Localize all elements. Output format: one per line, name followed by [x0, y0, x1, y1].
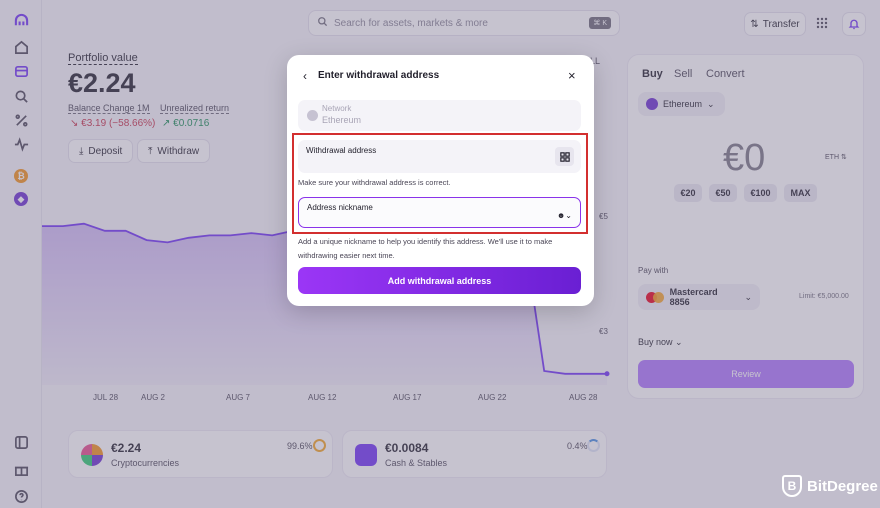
network-field: Network Ethereum: [298, 100, 581, 131]
add-withdrawal-address-button[interactable]: Add withdrawal address: [298, 267, 581, 294]
withdrawal-address-input[interactable]: Withdrawal address: [298, 140, 581, 173]
qr-scan-icon[interactable]: [555, 147, 574, 166]
modal-title: Enter withdrawal address: [318, 70, 440, 81]
address-nickname-hint: Add a unique nickname to help you identi…: [298, 237, 553, 260]
bitdegree-logo-icon: B: [782, 475, 802, 497]
address-nickname-input[interactable]: Address nickname ☻⌄: [298, 197, 581, 228]
watermark-text: BitDegree: [807, 477, 878, 495]
withdrawal-address-modal: ‹ Enter withdrawal address × Network Eth…: [287, 55, 594, 306]
watermark: B BitDegree: [782, 475, 878, 497]
withdrawal-address-hint: Make sure your withdrawal address is cor…: [298, 178, 451, 187]
close-icon[interactable]: ×: [568, 68, 576, 83]
withdrawal-address-label: Withdrawal address: [306, 146, 377, 155]
back-arrow-icon[interactable]: ‹: [303, 69, 307, 83]
ethereum-icon: [307, 110, 318, 121]
address-nickname-label: Address nickname: [307, 203, 373, 212]
network-label: Network: [322, 104, 352, 113]
emoji-picker-icon[interactable]: ☻⌄: [557, 211, 572, 220]
network-value: Ethereum: [322, 115, 362, 125]
